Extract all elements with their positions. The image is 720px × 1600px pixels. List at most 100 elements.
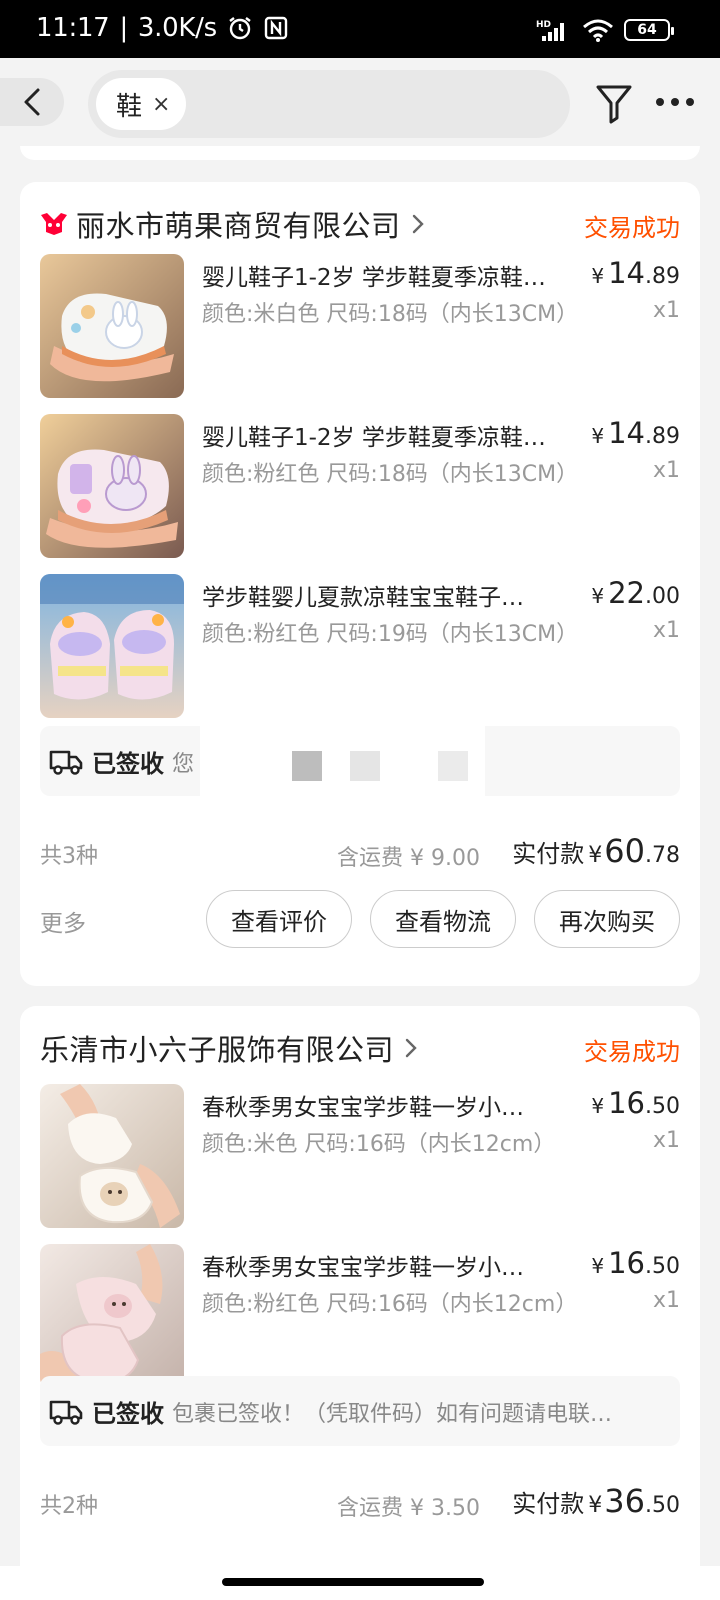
order-status: 交易成功: [584, 1038, 680, 1066]
item-price: ¥16.50: [591, 1246, 680, 1280]
item-spec: 颜色:粉红色 尺码:18码（内长13CM）: [202, 462, 579, 487]
redaction-block: [350, 751, 380, 781]
previous-order-card: [20, 146, 700, 160]
item-title: 春秋季男女宝宝学步鞋一岁小…: [202, 1255, 524, 1281]
shipping-fee: 含运费 ¥ 9.00: [337, 846, 480, 871]
dot-icon: [671, 98, 679, 106]
product-image[interactable]: [40, 414, 184, 558]
nfc-icon: [264, 16, 288, 40]
home-indicator[interactable]: [222, 1578, 484, 1586]
item-quantity: x1: [652, 458, 680, 483]
paid-label: 实付款: [512, 840, 585, 868]
search-header: 鞋 ×: [0, 58, 720, 154]
item-count: 共2种: [40, 1494, 98, 1519]
item-title: 春秋季男女宝宝学步鞋一岁小…: [202, 1095, 524, 1121]
shop-header[interactable]: 乐清市小六子服饰有限公司 交易成功: [40, 1028, 680, 1068]
order-summary: 共2种 含运费 ¥ 3.50 实付款 ¥36.50: [40, 1482, 680, 1522]
item-spec: 颜色:粉红色 尺码:19码（内长13CM）: [202, 622, 579, 647]
item-spec: 颜色:米白色 尺码:18码（内长13CM）: [202, 302, 579, 327]
price-decimal: .50: [645, 1094, 680, 1119]
price-currency: ¥: [591, 1094, 605, 1118]
price-decimal: .50: [645, 1254, 680, 1279]
close-icon[interactable]: ×: [152, 92, 170, 117]
price-decimal: .89: [645, 264, 680, 289]
item-quantity: x1: [652, 1128, 680, 1153]
price-currency: ¥: [591, 584, 605, 608]
logistics-bar[interactable]: 已签收 包裹已签收！（凭取件码）如有问题请电联…: [40, 1376, 680, 1446]
redaction-block: [292, 751, 322, 781]
order-card[interactable]: 乐清市小六子服饰有限公司 交易成功 春秋季男女宝宝学步鞋一岁小… 颜色:米色 尺…: [20, 1006, 700, 1600]
svg-text:HD: HD: [536, 20, 551, 30]
item-price: ¥14.89: [591, 416, 680, 450]
paid-amount: 实付款 ¥36.50: [512, 1482, 680, 1520]
shop-name[interactable]: 丽水市萌果商贸有限公司: [76, 203, 401, 245]
divider: |: [119, 13, 128, 43]
filter-icon[interactable]: [594, 82, 634, 126]
price-decimal: .89: [645, 424, 680, 449]
price-integer: 22: [608, 576, 645, 610]
chevron-left-icon: [24, 88, 40, 116]
signal-icon: HD: [536, 20, 564, 41]
dot-icon: [656, 98, 664, 106]
paid-label: 实付款: [512, 1490, 585, 1518]
logistics-message: 包裹已签收！（凭取件码）如有问题请电联…: [172, 1402, 613, 1427]
chevron-right-icon: [405, 1038, 417, 1058]
paid-amount: 实付款 ¥60.78: [512, 832, 680, 870]
truck-icon: [49, 750, 83, 775]
paid-decimal: .78: [645, 843, 680, 868]
item-quantity: x1: [652, 1288, 680, 1313]
search-keyword-chip[interactable]: 鞋 ×: [96, 78, 187, 130]
price-currency: ¥: [591, 1254, 605, 1278]
item-quantity: x1: [652, 298, 680, 323]
price-currency: ¥: [591, 264, 605, 288]
order-item[interactable]: 婴儿鞋子1-2岁 学步鞋夏季凉鞋… 颜色:粉红色 尺码:18码（内长13CM） …: [40, 414, 680, 558]
logistics-bar[interactable]: 已签收 您 取件，感谢使…: [40, 726, 680, 796]
status-bar: 11:17 | 3.0K/s HD 64: [0, 0, 720, 58]
order-actions: 更多 查看评价 查看物流 再次购买: [40, 890, 680, 950]
view-logistics-button[interactable]: 查看物流: [370, 890, 516, 948]
more-options-button[interactable]: [656, 94, 694, 110]
order-item[interactable]: 春秋季男女宝宝学步鞋一岁小… 颜色:米色 尺码:16码（内长12cm） ¥16.…: [40, 1084, 680, 1228]
paid-integer: 36: [604, 1482, 645, 1520]
truck-icon: [49, 1400, 83, 1425]
item-title: 学步鞋婴儿夏款凉鞋宝宝鞋子…: [202, 585, 524, 611]
logistics-status: 已签收: [92, 750, 164, 778]
shop-header[interactable]: 丽水市萌果商贸有限公司 交易成功: [40, 204, 680, 244]
paid-currency: ¥: [588, 1493, 603, 1518]
paid-decimal: .50: [645, 1493, 680, 1518]
item-price: ¥14.89: [591, 256, 680, 290]
battery-level: 64: [637, 22, 657, 38]
product-image[interactable]: [40, 254, 184, 398]
buy-again-button[interactable]: 再次购买: [534, 890, 680, 948]
item-title: 婴儿鞋子1-2岁 学步鞋夏季凉鞋…: [202, 265, 546, 291]
status-bar-right: HD 64: [536, 18, 674, 42]
shop-name[interactable]: 乐清市小六子服饰有限公司: [40, 1027, 394, 1069]
chevron-right-icon: [412, 214, 424, 234]
item-spec: 颜色:米色 尺码:16码（内长12cm）: [202, 1132, 556, 1157]
alarm-icon: [229, 17, 251, 40]
price-currency: ¥: [591, 424, 605, 448]
product-image[interactable]: [40, 1244, 184, 1388]
paid-integer: 60: [604, 832, 645, 870]
order-item[interactable]: 春秋季男女宝宝学步鞋一岁小… 颜色:粉红色 尺码:16码（内长12cm） ¥16…: [40, 1244, 680, 1388]
status-bar-left: 11:17 | 3.0K/s: [36, 13, 289, 43]
shipping-fee: 含运费 ¥ 3.50: [337, 1496, 480, 1521]
price-integer: 14: [608, 416, 645, 450]
dot-icon: [686, 98, 694, 106]
search-input[interactable]: 鞋 ×: [88, 70, 570, 138]
logistics-status: 已签收: [92, 1400, 164, 1428]
more-actions-link[interactable]: 更多: [40, 904, 86, 938]
product-image[interactable]: [40, 1084, 184, 1228]
back-button[interactable]: [0, 78, 64, 126]
price-integer: 16: [608, 1246, 645, 1280]
order-card[interactable]: 丽水市萌果商贸有限公司 交易成功 婴儿鞋子1-2岁 学步鞋夏季凉鞋… 颜色:米白…: [20, 182, 700, 986]
clock: 11:17: [36, 13, 110, 43]
order-item[interactable]: 学步鞋婴儿夏款凉鞋宝宝鞋子… 颜色:粉红色 尺码:19码（内长13CM） ¥22…: [40, 574, 680, 718]
view-review-button[interactable]: 查看评价: [206, 890, 352, 948]
order-item[interactable]: 婴儿鞋子1-2岁 学步鞋夏季凉鞋… 颜色:米白色 尺码:18码（内长13CM） …: [40, 254, 680, 398]
item-spec: 颜色:粉红色 尺码:16码（内长12cm）: [202, 1292, 578, 1317]
item-price: ¥22.00: [591, 576, 680, 610]
product-image[interactable]: [40, 574, 184, 718]
item-count: 共3种: [40, 844, 98, 869]
network-speed: 3.0K/s: [137, 13, 217, 43]
